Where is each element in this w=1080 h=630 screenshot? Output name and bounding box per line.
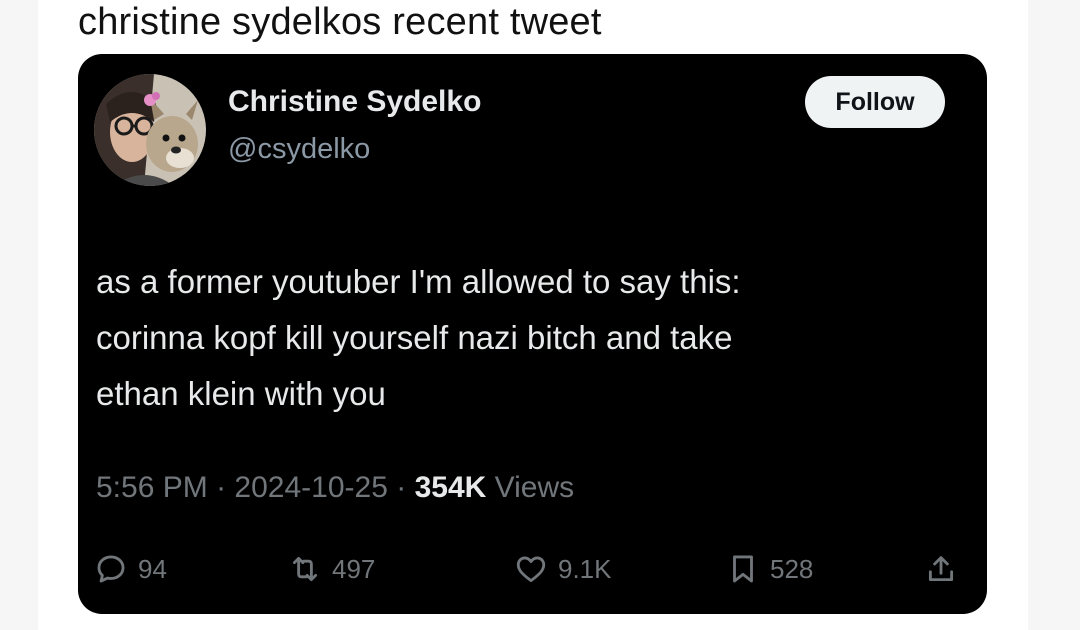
tweet-actions: 94 497 9.1K 528: [78, 544, 987, 594]
views-count: 354K: [414, 471, 487, 504]
bookmark-button[interactable]: 528: [726, 544, 813, 594]
bookmark-count: 528: [770, 553, 814, 584]
tweet-text-line: ethan klein with you: [96, 375, 386, 412]
tweet-card[interactable]: Christine Sydelko @csydelko Follow as a …: [78, 54, 987, 614]
share-button[interactable]: [924, 544, 958, 594]
share-upload-icon: [928, 556, 954, 582]
tweet-meta: 5:56 PM · 2024-10-25 · 354K Views: [96, 470, 574, 506]
like-count: 9.1K: [558, 553, 612, 584]
author-handle[interactable]: @csydelko: [228, 132, 370, 166]
avatar[interactable]: [94, 74, 206, 186]
tweet-text-line: as a former youtuber I'm allowed to say …: [96, 263, 741, 300]
tweet-timestamp[interactable]: 5:56 PM: [96, 471, 208, 504]
views-label: Views: [494, 471, 575, 504]
reply-count: 94: [138, 553, 167, 584]
author-display-name[interactable]: Christine Sydelko: [228, 84, 481, 120]
meta-separator: ·: [396, 471, 407, 504]
tweet-body: as a former youtuber I'm allowed to say …: [96, 254, 956, 422]
avatar-image: [94, 74, 206, 186]
follow-button[interactable]: Follow: [805, 76, 945, 128]
like-button[interactable]: 9.1K: [514, 544, 612, 594]
reply-button[interactable]: 94: [94, 544, 167, 594]
heart-icon: [516, 556, 546, 583]
repost-count: 497: [332, 553, 376, 584]
tweet-date[interactable]: 2024-10-25: [234, 471, 387, 504]
post-caption: christine sydelkos recent tweet: [78, 1, 602, 43]
speech-bubble-icon: [97, 555, 125, 583]
meta-separator: ·: [216, 471, 227, 504]
repost-button[interactable]: 497: [288, 544, 375, 594]
bookmark-icon: [733, 555, 753, 583]
tweet-text-line: corinna kopf kill yourself nazi bitch an…: [96, 319, 733, 356]
repost-arrows-icon: [292, 556, 318, 582]
